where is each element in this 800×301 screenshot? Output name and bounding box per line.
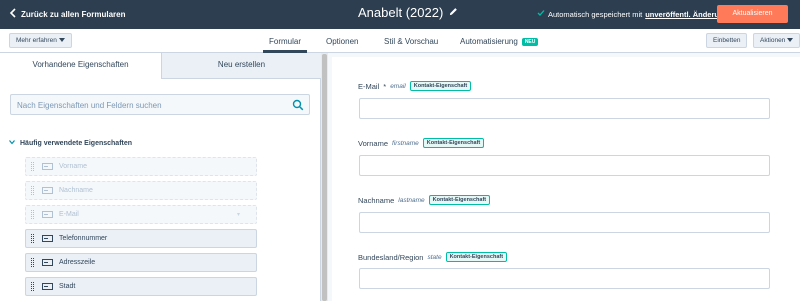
form-title[interactable]: Anabelt (2022) <box>358 5 443 20</box>
property-item-firstname: Vorname <box>25 157 257 176</box>
contact-property-tag: Kontakt-Eigenschaft <box>445 252 508 262</box>
internal-name: firstname <box>392 139 419 147</box>
property-item-address[interactable]: Adresszeile <box>25 253 257 272</box>
firstname-field[interactable] <box>359 155 770 176</box>
tab-automation[interactable]: Automatisierung NEU <box>460 37 539 46</box>
text-field-icon <box>42 259 53 266</box>
chevron-left-icon <box>9 8 17 20</box>
publish-button[interactable]: Aktualisieren <box>717 5 788 23</box>
field-name: Bundesland/Region <box>358 252 424 262</box>
learn-more-label: Mehr erfahren <box>16 37 57 44</box>
top-bar: Zurück zu allen Formularen Anabelt (2022… <box>0 0 800 29</box>
tab-options[interactable]: Optionen <box>326 37 358 46</box>
actions-button[interactable]: Aktionen <box>753 33 800 48</box>
field-name: Nachname <box>358 195 395 205</box>
field-label-lastname[interactable]: Nachname lastname Kontakt-Eigenschaft <box>358 195 491 205</box>
property-item-city[interactable]: Stadt <box>25 277 257 296</box>
chevron-down-icon <box>58 38 65 43</box>
drag-handle-icon[interactable] <box>31 258 34 267</box>
property-label: Adresszeile <box>59 259 96 266</box>
field-name: Vorname <box>358 138 389 148</box>
check-icon <box>537 9 545 19</box>
panel-scrollbar-thumb[interactable] <box>322 54 327 301</box>
text-field-icon <box>42 187 53 194</box>
field-label-state[interactable]: Bundesland/Region state Kontakt-Eigensch… <box>358 252 508 262</box>
drag-handle-icon <box>31 162 34 171</box>
email-field[interactable] <box>359 98 770 119</box>
learn-more-button[interactable]: Mehr erfahren <box>9 33 72 48</box>
back-label: Zurück zu allen Formularen <box>21 9 126 19</box>
autosave-status: Automatisch gespeichert mit unveröffentl… <box>537 9 745 19</box>
tab-automation-label: Automatisierung <box>460 37 518 46</box>
property-item-email: E-Mail ▾ <box>25 205 257 224</box>
drag-handle-icon[interactable] <box>31 234 34 243</box>
tab-form[interactable]: Formular <box>269 37 301 46</box>
tab-bar: Mehr erfahren Formular Optionen Stil & V… <box>0 29 800 53</box>
panel-subtabs: Vorhandene Eigenschaften Neu erstellen <box>0 53 321 79</box>
property-label: Telefonnummer <box>59 235 108 242</box>
lastname-field[interactable] <box>359 212 770 233</box>
contact-property-tag: Kontakt-Eigenschaft <box>422 138 485 148</box>
property-search <box>10 94 310 115</box>
chevron-down-icon <box>787 38 794 43</box>
field-name: E-Mail <box>358 81 380 91</box>
chevron-down-icon <box>9 139 15 147</box>
pencil-icon[interactable] <box>449 7 458 18</box>
autosave-text: Automatisch gespeichert mit <box>548 9 643 19</box>
property-label: E-Mail <box>59 211 79 218</box>
property-group-title: Häufig verwendete Eigenschaften <box>20 139 133 147</box>
form-canvas <box>332 57 800 301</box>
chevron-down-icon: ▾ <box>236 212 240 218</box>
text-field-icon <box>42 283 53 290</box>
contact-property-tag: Kontakt-Eigenschaft <box>428 195 491 205</box>
subtab-create-new[interactable]: Neu erstellen <box>161 53 321 79</box>
drag-handle-icon <box>31 210 34 219</box>
field-label-email[interactable]: E-Mail * email Kontakt-Eigenschaft <box>358 81 472 91</box>
property-label: Vorname <box>59 163 88 170</box>
internal-name: lastname <box>398 196 425 204</box>
back-to-forms-link[interactable]: Zurück zu allen Formularen <box>9 8 125 20</box>
text-field-icon <box>42 163 53 170</box>
property-item-lastname: Nachname <box>25 181 257 200</box>
search-icon[interactable] <box>292 99 304 111</box>
form-title-group: Anabelt (2022) <box>358 5 458 20</box>
required-mark: * <box>383 81 387 91</box>
internal-name: email <box>390 82 406 90</box>
new-badge: NEU <box>521 37 539 46</box>
tab-style-preview[interactable]: Stil & Vorschau <box>384 37 438 46</box>
drag-handle-icon[interactable] <box>31 282 34 291</box>
property-item-phone[interactable]: Telefonnummer <box>25 229 257 248</box>
drag-handle-icon <box>31 186 34 195</box>
properties-panel: Vorhandene Eigenschaften Neu erstellen H… <box>0 53 321 301</box>
property-group-header[interactable]: Häufig verwendete Eigenschaften <box>9 139 132 147</box>
actions-label: Aktionen <box>760 37 786 44</box>
internal-name: state <box>427 253 442 261</box>
text-field-icon <box>42 235 53 242</box>
subtab-existing-properties[interactable]: Vorhandene Eigenschaften <box>0 53 161 79</box>
property-label: Nachname <box>59 187 93 194</box>
contact-property-tag: Kontakt-Eigenschaft <box>409 81 472 91</box>
text-field-icon <box>42 211 53 218</box>
property-label: Stadt <box>59 283 76 290</box>
property-search-input[interactable] <box>17 98 287 112</box>
field-label-firstname[interactable]: Vorname firstname Kontakt-Eigenschaft <box>358 138 485 148</box>
embed-button[interactable]: Einbetten <box>706 33 748 48</box>
state-field[interactable] <box>359 268 770 289</box>
